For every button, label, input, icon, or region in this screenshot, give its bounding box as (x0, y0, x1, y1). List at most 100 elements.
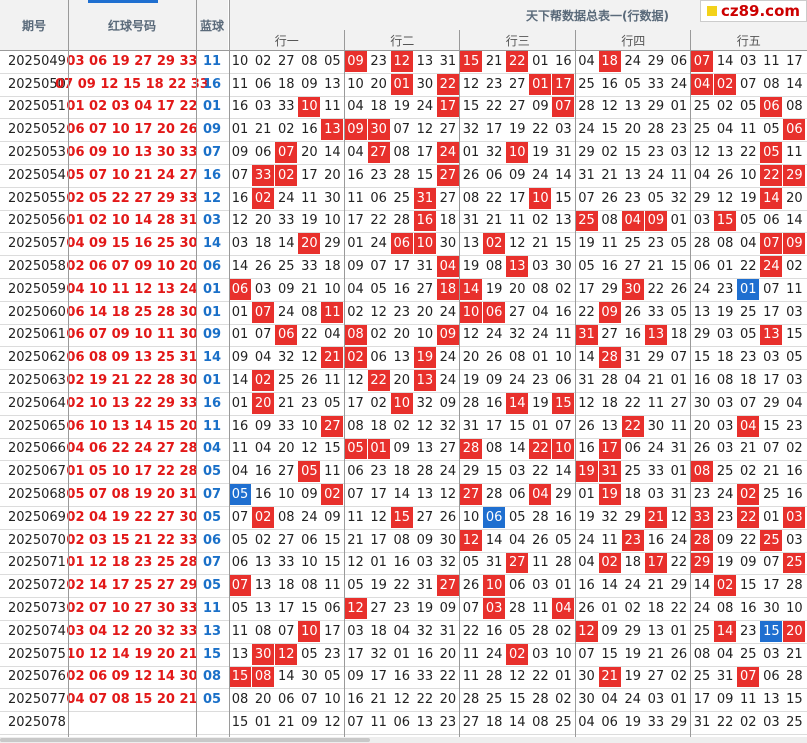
grid-cell: 23 (393, 601, 410, 617)
grid-cell: 32 (439, 418, 457, 434)
group-divider (343, 30, 345, 737)
grid-cell: 06 (601, 715, 618, 731)
grid-cell: 28 (693, 236, 711, 252)
grid-cell: 26 (670, 281, 688, 297)
blue-ball: 05 (202, 692, 222, 708)
grid-cell: 31 (555, 145, 572, 161)
grid-cell: 31 (578, 167, 595, 183)
grid-cell: 17 (370, 487, 387, 503)
grid-cell: 08 (301, 53, 318, 69)
grid-cell: 06 (370, 190, 387, 206)
grid-cell: 27 (647, 669, 665, 685)
grid-cell: 08 (532, 281, 549, 297)
grid-cell: 24 (624, 692, 641, 708)
grid-cell: 12 (439, 487, 457, 503)
grid-cell: 09 (644, 210, 667, 232)
grid-cell: 01 (532, 53, 549, 69)
grid-cell: 05 (670, 236, 688, 252)
issue-number: 2025059 (8, 281, 66, 297)
grid-cell: 11 (601, 236, 618, 252)
site-logo[interactable]: cz89.com (700, 0, 807, 22)
grid-cell: 29 (578, 145, 595, 161)
grid-cell: 07 (254, 327, 272, 343)
grid-cell: 02 (393, 418, 410, 434)
grid-cell: 15 (390, 507, 413, 528)
grid-cell: 19 (624, 646, 641, 662)
blue-ball: 14 (202, 236, 222, 252)
grid-cell: 20 (254, 692, 272, 708)
grid-cell: 12 (601, 99, 618, 115)
header-issue[interactable]: 期号 (0, 0, 68, 50)
header-red[interactable]: 红球号码 (68, 0, 196, 50)
grid-cell: 10 (462, 509, 480, 525)
grid-cell: 29 (693, 190, 711, 206)
grid-cell: 10 (301, 555, 318, 571)
grid-cell: 10 (301, 418, 318, 434)
grid-cell: 02 (670, 669, 688, 685)
grid-cell: 01 (390, 73, 413, 95)
grid-cell: 04 (532, 304, 549, 320)
grid-cell: 08 (254, 623, 272, 639)
grid-cell: 21 (647, 259, 665, 275)
grid-cell: 31 (462, 213, 480, 229)
grid-cell: 24 (277, 190, 295, 206)
grid-cell: 06 (508, 487, 526, 503)
grid-cell: 09 (716, 532, 734, 548)
grid-cell: 07 (231, 509, 249, 525)
grid-cell: 01 (254, 715, 272, 731)
grid-cell: 02 (601, 145, 618, 161)
red-balls: 02 04 19 22 27 30 (66, 509, 198, 525)
grid-cell: 14 (277, 236, 295, 252)
grid-cell: 11 (532, 601, 549, 617)
grid-cell: 02 (252, 370, 275, 391)
grid-cell: 03 (532, 646, 549, 662)
grid-cell: 05 (324, 669, 341, 685)
grid-cell: 02 (624, 601, 641, 617)
grid-cell: 13 (624, 167, 641, 183)
grid-cell: 27 (416, 509, 434, 525)
grid-cell: 21 (301, 281, 318, 297)
grid-cell: 30 (439, 532, 457, 548)
grid-cell: 20 (783, 621, 806, 642)
grid-cell: 06 (275, 324, 298, 346)
grid-cell: 04 (737, 415, 760, 437)
grid-cell: 12 (370, 509, 387, 525)
grid-cell: 03 (416, 555, 434, 571)
grid-cell: 23 (324, 646, 341, 662)
blue-ball: 08 (202, 669, 222, 685)
grid-cell: 06 (390, 233, 413, 255)
group-divider (459, 30, 460, 737)
grid-cell: 14 (578, 350, 595, 366)
grid-cell: 20 (416, 304, 434, 320)
grid-cell: 03 (555, 122, 572, 138)
grid-cell: 19 (416, 601, 434, 617)
grid-cell: 25 (716, 464, 734, 480)
group-header: 行一 (229, 30, 345, 50)
grid-cell: 31 (485, 555, 503, 571)
header-blue[interactable]: 蓝球 (196, 0, 228, 50)
grid-cell: 31 (439, 623, 457, 639)
grid-cell: 06 (783, 119, 806, 141)
grid-cell: 22 (485, 99, 503, 115)
grid-cell: 28 (462, 692, 480, 708)
grid-cell: 06 (508, 578, 526, 594)
grid-cell: 07 (739, 395, 757, 411)
issue-number: 2025051 (8, 99, 66, 115)
grid-cell: 01 (670, 373, 688, 389)
grid-cell: 28 (786, 669, 803, 685)
grid-cell: 29 (647, 53, 665, 69)
grid-cell: 14 (231, 259, 249, 275)
grid-cell: 21 (532, 236, 549, 252)
grid-cell: 10 (739, 167, 757, 183)
lottery-table: 期号 红球号码 蓝球 天下帮数据总表一(行数据) 行一 行二 行三 行四 行五 2025049 03… (0, 0, 807, 743)
grid-cell: 19 (370, 578, 387, 594)
scrollbar-thumb[interactable] (0, 738, 370, 742)
grid-cell: 07 (370, 259, 387, 275)
grid-cell: 22 (737, 507, 760, 528)
red-balls: 04 06 22 24 27 28 (66, 441, 198, 457)
grid-cell: 31 (575, 324, 598, 346)
grid-cell: 16 (786, 487, 803, 503)
grid-cell: 19 (508, 122, 526, 138)
grid-cell: 16 (393, 669, 410, 685)
grid-cell: 32 (277, 350, 295, 366)
